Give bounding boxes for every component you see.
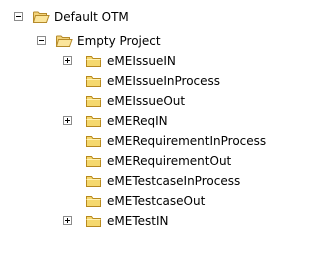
tree-node-emerequirementinprocess[interactable]: eMERequirementInProcess [0, 132, 283, 150]
expand-icon[interactable] [63, 56, 72, 65]
tree-node-emetestcaseinprocess[interactable]: eMETestcaseInProcess [0, 172, 260, 190]
folder-icon [86, 156, 101, 167]
tree-node-emereqin[interactable]: eMEReqIN [0, 112, 200, 130]
tree-node-label: eMEIssueOut [107, 94, 186, 108]
tree-node-label: eMETestcaseOut [107, 194, 206, 208]
collapse-icon[interactable] [14, 12, 23, 21]
tree-node-emerequirementout[interactable]: eMERequirementOut [0, 152, 260, 170]
folder-icon [86, 176, 101, 187]
project-tree: Default OTM Empty Project eMEIssueIN eME… [0, 0, 283, 254]
tree-node-emetestin[interactable]: eMETestIN [0, 212, 200, 230]
tree-node-label: eMEIssueInProcess [107, 74, 221, 88]
folder-icon [86, 56, 101, 67]
tree-node-label: Empty Project [77, 34, 161, 48]
tree-node-label: eMERequirementInProcess [107, 134, 267, 148]
collapse-icon[interactable] [37, 36, 46, 45]
expand-icon[interactable] [63, 216, 72, 225]
tree-node-label: Default OTM [54, 10, 129, 24]
tree-node-label: eMETestcaseInProcess [107, 174, 241, 188]
folder-icon [86, 76, 101, 87]
folder-open-icon [56, 35, 73, 47]
folder-icon [86, 116, 101, 127]
tree-node-label: eMEReqIN [107, 114, 168, 128]
folder-open-icon [33, 11, 50, 23]
folder-icon [86, 196, 101, 207]
folder-icon [86, 96, 101, 107]
expand-icon[interactable] [63, 116, 72, 125]
tree-node-label: eMERequirementOut [107, 154, 232, 168]
tree-node-emeissueinprocess[interactable]: eMEIssueInProcess [0, 72, 230, 90]
tree-node-default-otm[interactable]: Default OTM [0, 8, 140, 26]
tree-node-emetestcaseout[interactable]: eMETestcaseOut [0, 192, 230, 210]
tree-node-label: eMEIssueIN [107, 54, 176, 68]
folder-icon [86, 216, 101, 227]
tree-node-emeissuein[interactable]: eMEIssueIN [0, 52, 200, 70]
tree-node-label: eMETestIN [107, 214, 169, 228]
tree-node-emeissueout[interactable]: eMEIssueOut [0, 92, 200, 110]
tree-node-empty-project[interactable]: Empty Project [0, 32, 161, 50]
folder-icon [86, 136, 101, 147]
